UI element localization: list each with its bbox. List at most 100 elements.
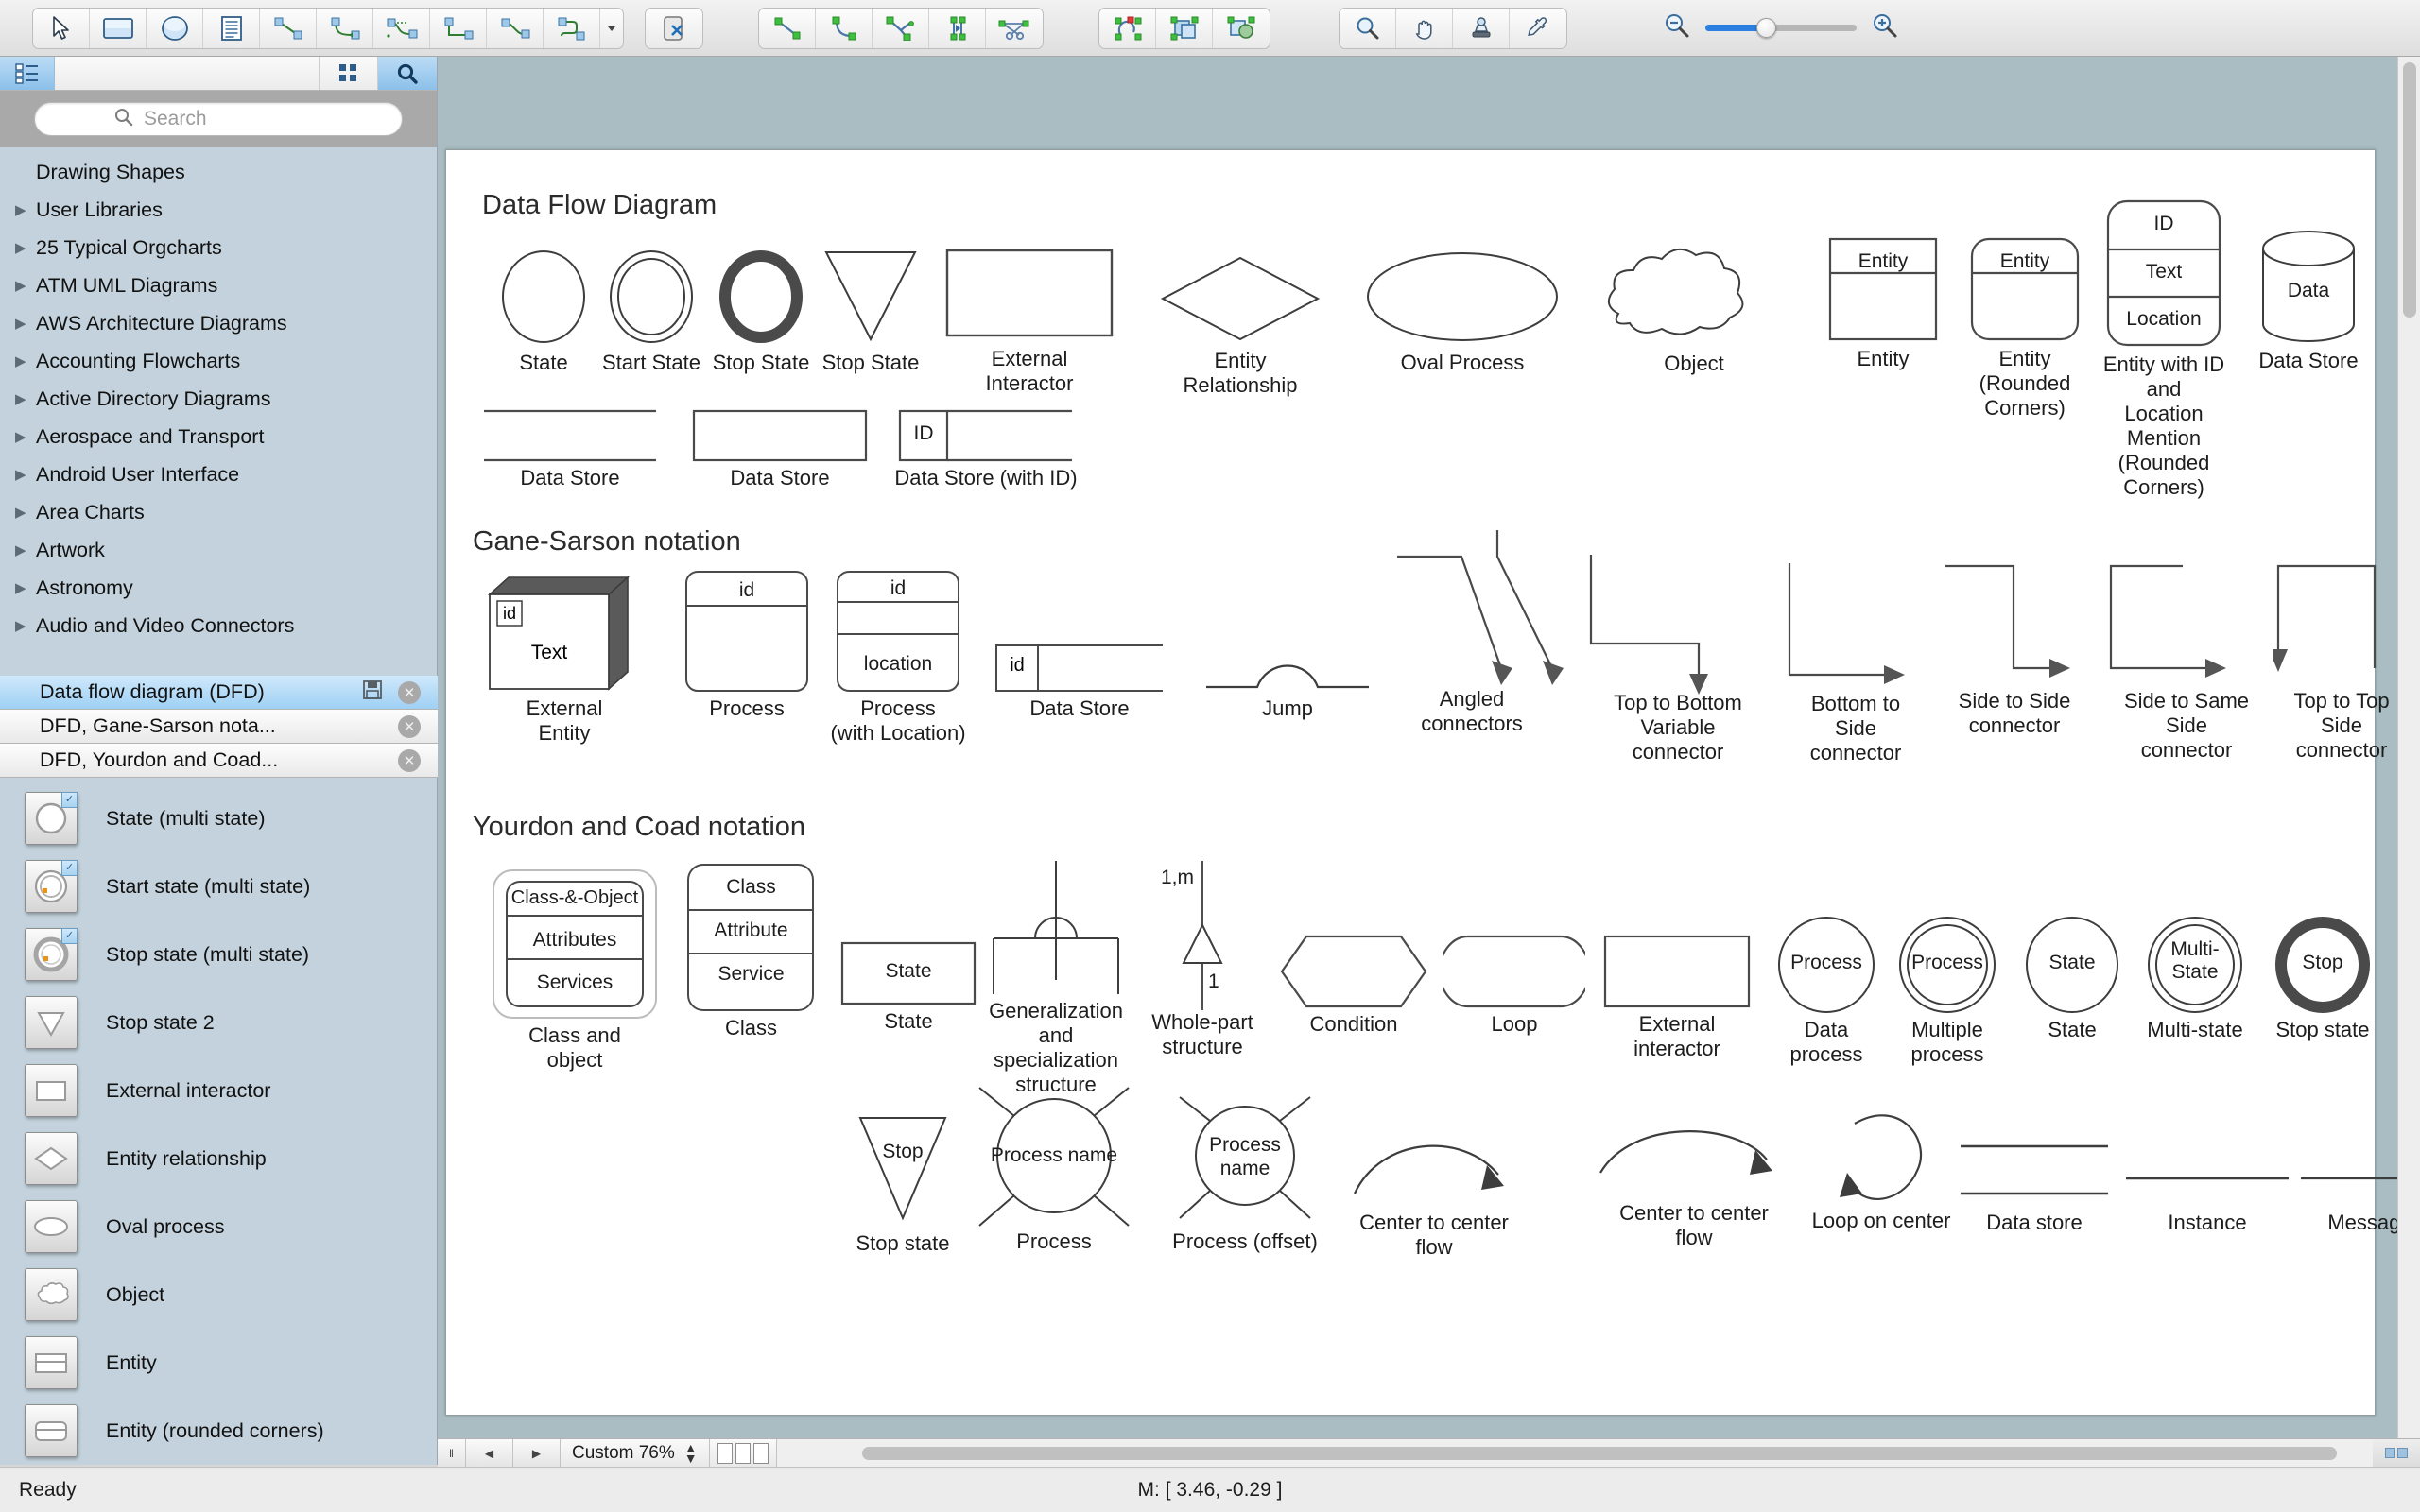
tree-item-1[interactable]: ▶ User Libraries	[0, 191, 437, 229]
smart-connector-icon[interactable]	[373, 8, 430, 48]
shape-yc2-data-store[interactable]: Data store	[1959, 1143, 2110, 1234]
shape-yc2-center-flow-1[interactable]: Center to center flow	[1349, 1124, 1519, 1259]
library-name-field[interactable]	[55, 57, 320, 90]
shape-gs-process-location[interactable]: id location Process (with Location)	[830, 568, 966, 745]
shape-gs-side-to-side[interactable]: Side to Side connector	[1940, 547, 2091, 737]
fragment-icon[interactable]	[1213, 9, 1270, 48]
chevron-right-icon[interactable]: ▶	[15, 279, 36, 293]
canvas-area[interactable]: Data Flow Diagram Gane-Sarson notation Y…	[438, 57, 2420, 1438]
tree-item-4[interactable]: ▶ AWS Architecture Diagrams	[0, 304, 437, 342]
zoom-slider[interactable]	[1705, 18, 1857, 38]
curved-connector-icon[interactable]	[317, 8, 373, 48]
shape-gs-angled-connectors[interactable]: Angled connectors	[1392, 528, 1609, 735]
chevron-right-icon[interactable]: ▶	[15, 317, 36, 331]
shape-yc-data-process[interactable]: Process Data process	[1770, 914, 1883, 1066]
shape-data-store-cylinder[interactable]: Data Data Store	[2242, 228, 2375, 372]
tree-item-12[interactable]: ▶ Audio and Video Connectors	[0, 607, 437, 644]
shape-object-cloud[interactable]: Object	[1590, 240, 1798, 375]
shape-external-interactor[interactable]: External Interactor	[945, 245, 1114, 395]
tree-item-6[interactable]: ▶ Active Directory Diagrams	[0, 380, 437, 418]
shape-yc2-stop-state[interactable]: Stop Stop state	[841, 1112, 964, 1255]
canvas-vertical-scrollbar[interactable]	[2397, 57, 2420, 1438]
shape-entity-id-location[interactable]: ID Text Location Entity with ID and Loca…	[2102, 198, 2225, 499]
pointer-icon[interactable]	[33, 8, 90, 48]
zoom-in-icon[interactable]	[1870, 11, 1900, 44]
page-view-single-icon[interactable]	[717, 1442, 733, 1464]
page-view-double-icon[interactable]	[735, 1442, 751, 1464]
open-library-yourdon-coad[interactable]: DFD, Yourdon and Coad... ✕	[0, 744, 438, 778]
list-item[interactable]: Object	[0, 1261, 438, 1329]
library-search-icon[interactable]	[378, 57, 437, 90]
chevron-right-icon[interactable]: ▶	[15, 543, 36, 558]
list-item[interactable]: Entity	[0, 1329, 438, 1397]
shape-entity[interactable]: Entity Entity	[1817, 235, 1949, 370]
canvas-horizontal-scrollbar[interactable]	[776, 1438, 2373, 1468]
node-edit-icon[interactable]	[873, 8, 929, 48]
rounded-connector-icon[interactable]	[544, 8, 600, 48]
shape-gs-process[interactable]: id Process	[681, 568, 813, 720]
chevron-right-icon[interactable]: ▶	[15, 619, 36, 633]
window-size-icon[interactable]	[2373, 1439, 2420, 1468]
connector-dropdown-icon[interactable]	[600, 9, 623, 48]
shape-data-store-with-id[interactable]: ID Data Store (with ID)	[894, 407, 1078, 490]
shape-gs-jump[interactable]: Jump	[1202, 621, 1373, 720]
shape-gs-top-bottom-variable[interactable]: Top to Bottom Variable connector	[1585, 549, 1774, 764]
shape-yc2-instance[interactable]: Instance	[2124, 1163, 2290, 1234]
shape-yc-state-box[interactable]: State State	[838, 939, 978, 1033]
list-item[interactable]: ✓ Stop state (multi state)	[0, 920, 438, 988]
scrollbar-thumb[interactable]	[2403, 62, 2416, 318]
arc-segment-icon[interactable]	[816, 8, 873, 48]
list-item[interactable]: Oval process	[0, 1193, 438, 1261]
chevron-right-icon[interactable]: ▶	[15, 430, 36, 444]
document-page[interactable]: Data Flow Diagram Gane-Sarson notation Y…	[445, 149, 2420, 1416]
shape-gs-bottom-side[interactable]: Bottom to Side connector	[1784, 561, 1926, 765]
list-item[interactable]: Entity (rounded corners)	[0, 1397, 438, 1465]
tree-item-10[interactable]: ▶ Artwork	[0, 531, 437, 569]
tree-item-2[interactable]: ▶ 25 Typical Orgcharts	[0, 229, 437, 266]
eyedropper-icon[interactable]	[1510, 9, 1566, 48]
prev-page-button[interactable]: ◀	[466, 1438, 513, 1468]
shape-yc-multiple-process[interactable]: Process Multiple process	[1891, 914, 2004, 1066]
library-tree-icon[interactable]	[0, 57, 55, 90]
right-angle-connector-icon[interactable]	[430, 8, 487, 48]
scissors-icon[interactable]	[986, 9, 1043, 48]
shape-yc2-center-flow-2[interactable]: Center to center flow	[1595, 1114, 1793, 1249]
save-icon[interactable]	[362, 679, 383, 706]
scrollbar-thumb[interactable]	[861, 1446, 2337, 1460]
rectangle-icon[interactable]	[90, 8, 147, 48]
search-input[interactable]	[144, 108, 323, 130]
shape-yc-external-interactor[interactable]: External interactor	[1601, 933, 1753, 1060]
tree-item-11[interactable]: ▶ Astronomy	[0, 569, 437, 607]
grid-view-icon[interactable]	[320, 57, 378, 90]
shape-state[interactable]: State	[482, 245, 605, 374]
shape-yc-multi-state[interactable]: Multi- State Multi-state	[2138, 914, 2252, 1041]
chevron-right-icon[interactable]: ▶	[15, 506, 36, 520]
shape-start-state[interactable]: Start State	[590, 245, 713, 374]
shape-yc-loop[interactable]: Loop	[1438, 933, 1591, 1036]
pause-button[interactable]: ‖	[438, 1438, 466, 1468]
shape-stop-state[interactable]: Stop State	[700, 245, 822, 374]
search-box[interactable]	[34, 102, 403, 136]
straight-connector-icon[interactable]	[260, 8, 317, 48]
zoom-slider-thumb[interactable]	[1756, 18, 1776, 38]
chevron-right-icon[interactable]: ▶	[15, 354, 36, 369]
shape-gs-side-to-same-side[interactable]: Side to Same Side connector	[2105, 547, 2266, 762]
zoom-icon[interactable]	[1340, 8, 1396, 48]
zoom-level-control[interactable]: Custom 76% ▲ ▼	[561, 1438, 710, 1468]
delete-shape-icon[interactable]	[646, 9, 702, 48]
stamp-icon[interactable]	[1453, 8, 1510, 48]
page-view-buttons[interactable]	[709, 1438, 777, 1468]
tree-item-8[interactable]: ▶ Android User Interface	[0, 455, 437, 493]
shape-data-store-box[interactable]: Data Store	[692, 407, 868, 490]
line-segment-icon[interactable]	[759, 8, 816, 48]
tree-item-5[interactable]: ▶ Accounting Flowcharts	[0, 342, 437, 380]
shape-stop-state-triangle[interactable]: Stop State	[809, 245, 932, 374]
chevron-right-icon[interactable]: ▶	[15, 241, 36, 255]
hand-icon[interactable]	[1396, 8, 1453, 48]
shape-yc-stop-state-circle[interactable]: Stop Stop state	[2261, 914, 2384, 1041]
tree-item-3[interactable]: ▶ ATM UML Diagrams	[0, 266, 437, 304]
shape-yc-whole-part[interactable]: 1,m 1 Whole-part structure	[1146, 857, 1259, 1058]
shape-yc-class-and-object[interactable]: Class-&-Object Attributes Services Class…	[490, 867, 660, 1072]
tree-item-9[interactable]: ▶ Area Charts	[0, 493, 437, 531]
shape-yc2-process[interactable]: Process name Process	[964, 1086, 1144, 1253]
